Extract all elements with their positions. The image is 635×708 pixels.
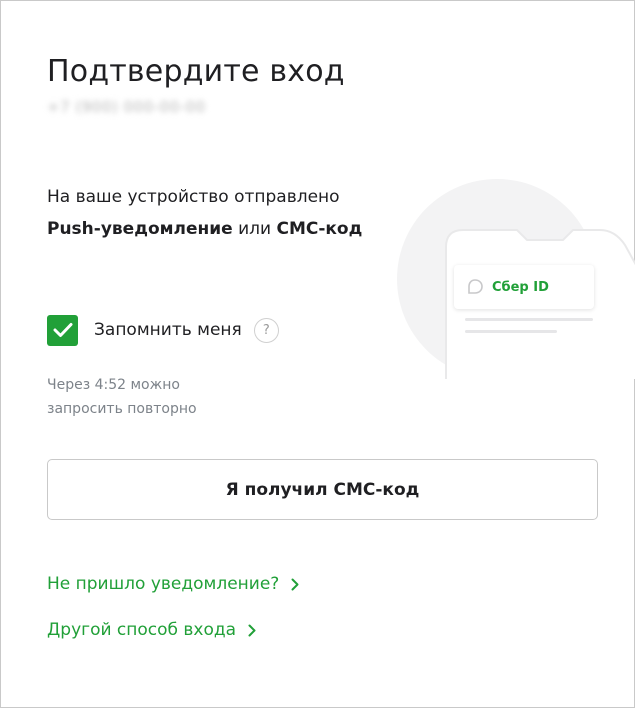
page-title: Подтвердите вход (47, 54, 345, 89)
no-notification-label: Не пришло уведомление? (47, 574, 280, 594)
message-prefix: На ваше устройство отправлено (47, 187, 340, 207)
other-method-link[interactable]: Другой способ входа (47, 620, 256, 640)
sber-id-badge: Сбер ID (454, 265, 594, 309)
masked-phone-number: +7 (900) 000-00-00 (47, 98, 206, 116)
remember-me-row: Запомнить меня ? (47, 314, 279, 346)
sms-received-button[interactable]: Я получил СМС-код (47, 459, 598, 520)
login-confirm-card: Подтвердите вход +7 (900) 000-00-00 На в… (0, 0, 635, 708)
placeholder-line (465, 318, 593, 321)
chat-bubble-icon (468, 279, 483, 294)
remember-me-checkbox[interactable] (47, 314, 78, 346)
message-sms: СМС-код (276, 219, 363, 239)
message-middle: или (232, 219, 277, 239)
notification-message: На ваше устройство отправлено Push-уведо… (47, 181, 387, 245)
chevron-right-icon (291, 578, 299, 591)
help-icon[interactable]: ? (253, 317, 279, 343)
chevron-right-icon (248, 624, 256, 637)
other-method-label: Другой способ входа (47, 620, 237, 640)
remember-me-label[interactable]: Запомнить меня (94, 320, 242, 340)
message-push: Push-уведомление (47, 219, 233, 239)
sber-id-label: Сбер ID (492, 279, 549, 295)
push-illustration: Сбер ID (397, 179, 635, 379)
placeholder-line (465, 330, 557, 333)
check-icon (53, 323, 72, 337)
no-notification-link[interactable]: Не пришло уведомление? (47, 574, 299, 594)
resend-timer-text: Через 4:52 можно запросить повторно (47, 377, 197, 417)
